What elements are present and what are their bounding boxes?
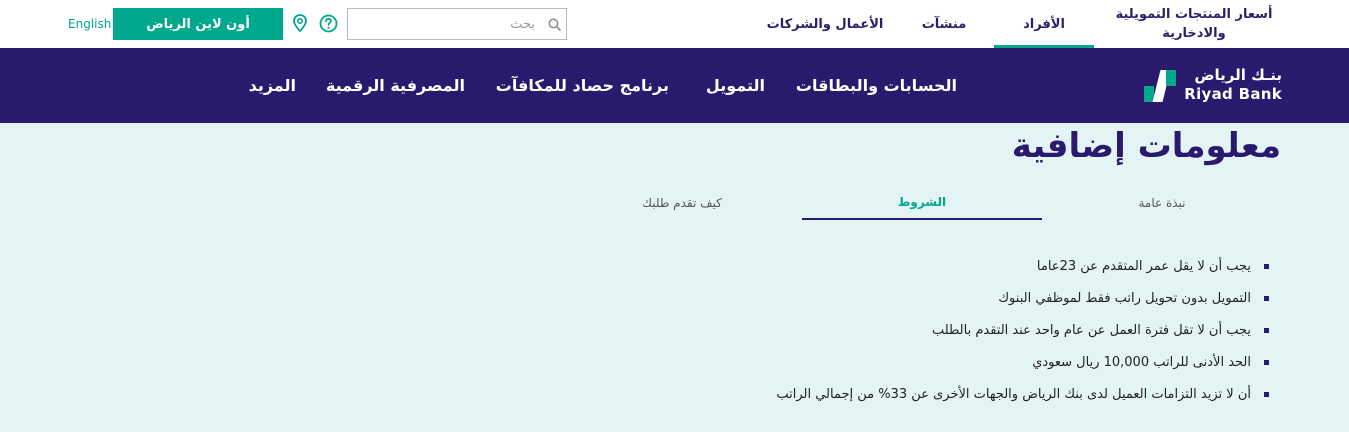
nav-accounts-cards[interactable]: الحسابات والبطاقات [796, 76, 957, 95]
logo-wordmark: بنـك الرياض Riyad Bank [1184, 66, 1282, 104]
bullet-icon [1264, 359, 1269, 365]
location-pin-icon[interactable] [290, 13, 310, 33]
top-utility-bar: English أون لاين الرياض الأعمال والشركات… [0, 0, 1349, 48]
condition-text: يجب أن لا يقل عمر المتقدم عن 23عاما [1036, 258, 1251, 274]
search-icon[interactable] [543, 10, 565, 38]
bullet-icon [1264, 391, 1269, 397]
list-item: يجب أن لا تقل فترة العمل عن عام واحد عند… [649, 314, 1269, 346]
list-item: أن لا تزيد التزامات العميل لدى بنك الريا… [649, 378, 1269, 410]
bullet-icon [1264, 263, 1269, 269]
list-item: يجب أن لا يقل عمر المتقدم عن 23عاما [649, 250, 1269, 282]
riyad-online-button[interactable]: أون لاين الرياض [113, 8, 283, 40]
condition-text: التمويل بدون تحويل راتب فقط لموظفي البنو… [998, 290, 1251, 306]
condition-text: الحد الأدنى للراتب 10,000 ريال سعودي [1032, 354, 1251, 370]
conditions-list: يجب أن لا يقل عمر المتقدم عن 23عاما التم… [649, 250, 1269, 410]
nav-digital-banking[interactable]: المصرفية الرقمية [326, 76, 465, 95]
logo-name-en: Riyad Bank [1184, 85, 1282, 103]
segment-business[interactable]: الأعمال والشركات [760, 0, 890, 48]
bullet-icon [1264, 327, 1269, 333]
condition-text: يجب أن لا تقل فترة العمل عن عام واحد عند… [931, 322, 1251, 338]
search-input[interactable] [348, 10, 543, 38]
search-box [347, 8, 567, 40]
tab-how-to-apply[interactable]: كيف تقدم طلبك [562, 186, 802, 220]
logo-name-ar: بنـك الرياض [1194, 66, 1282, 84]
main-navigation: بنـك الرياض Riyad Bank الحسابات والبطاقا… [0, 48, 1349, 123]
tab-overview[interactable]: نبذة عامة [1042, 186, 1282, 220]
list-item: التمويل بدون تحويل راتب فقط لموظفي البنو… [649, 282, 1269, 314]
language-switch-link[interactable]: English [68, 17, 111, 31]
riyad-bank-logo[interactable]: بنـك الرياض Riyad Bank [1142, 66, 1282, 106]
nav-more[interactable]: المزيد [249, 76, 296, 95]
tab-conditions[interactable]: الشروط [802, 186, 1042, 220]
help-circle-icon[interactable] [318, 13, 338, 33]
page-title: معلومات إضافية [1011, 126, 1281, 166]
riyad-bank-logo-mark [1144, 70, 1176, 102]
nav-financing[interactable]: التمويل [706, 76, 765, 95]
list-item: الحد الأدنى للراتب 10,000 ريال سعودي [649, 346, 1269, 378]
nav-hasad-rewards[interactable]: برنامج حصاد للمكافآت [496, 76, 669, 95]
segment-product-rates[interactable]: أسعار المنتجات التمويلية والادخارية [1104, 0, 1284, 48]
condition-text: أن لا تزيد التزامات العميل لدى بنك الريا… [776, 386, 1251, 402]
segment-enterprises[interactable]: منشآت [904, 0, 984, 48]
bullet-icon [1264, 295, 1269, 301]
segment-individuals[interactable]: الأفراد [994, 0, 1094, 48]
